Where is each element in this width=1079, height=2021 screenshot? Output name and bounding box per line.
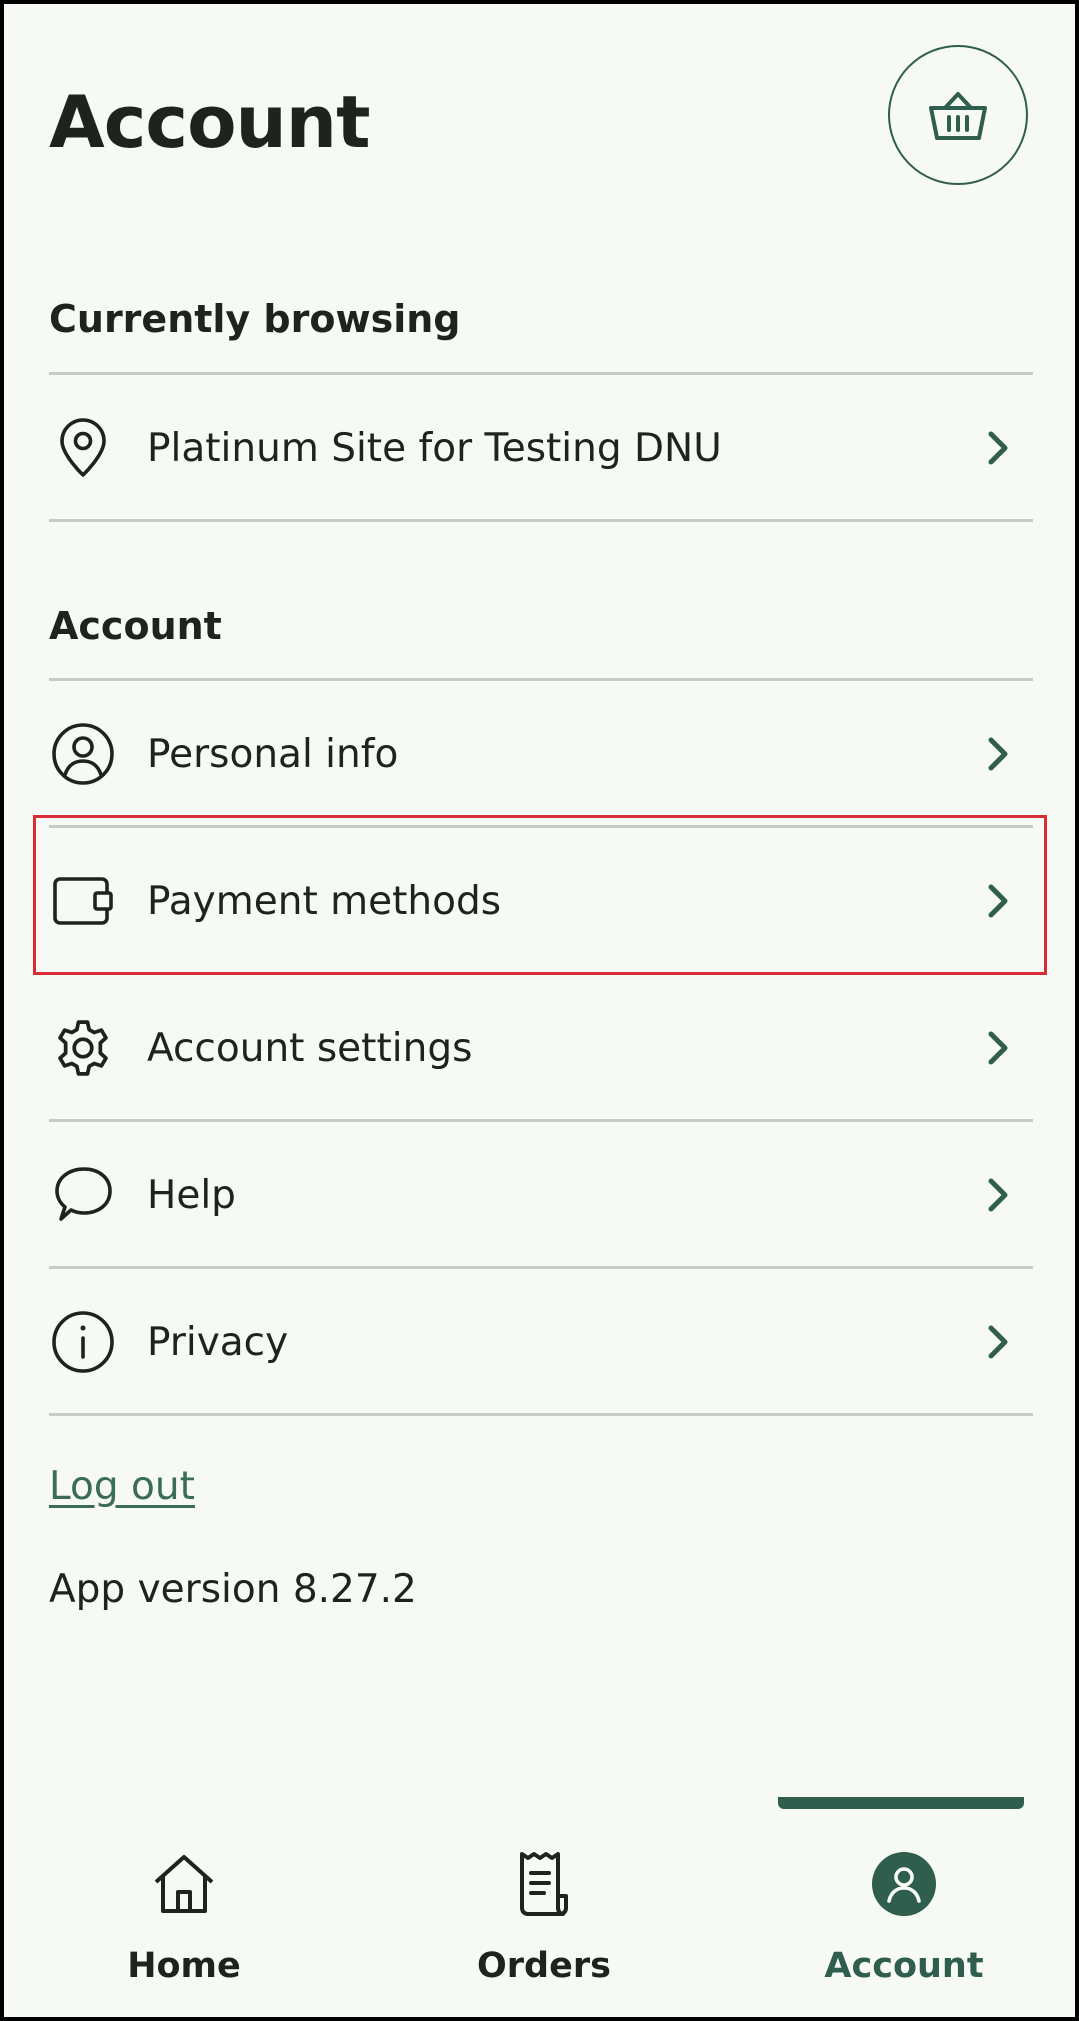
current-site-row[interactable]: Platinum Site for Testing DNU xyxy=(49,388,1033,508)
current-site-label: Platinum Site for Testing DNU xyxy=(147,425,722,471)
info-icon xyxy=(49,1308,117,1376)
chevron-right-icon xyxy=(988,1031,1008,1065)
location-pin-icon xyxy=(49,414,117,482)
divider xyxy=(49,972,1033,975)
wallet-icon xyxy=(49,867,117,935)
divider xyxy=(49,678,1033,681)
page-title: Account xyxy=(49,80,370,164)
basket-button[interactable] xyxy=(888,45,1028,185)
chevron-right-icon xyxy=(988,1178,1008,1212)
home-icon xyxy=(144,1844,224,1924)
menu-item-label: Account settings xyxy=(147,1025,473,1071)
menu-item-label: Personal info xyxy=(147,731,399,777)
user-circle-icon xyxy=(49,720,117,788)
chevron-right-icon xyxy=(988,884,1008,918)
nav-tab-orders[interactable]: Orders xyxy=(394,1844,694,2004)
menu-item-payment-methods[interactable]: Payment methods xyxy=(49,841,1033,961)
menu-item-label: Help xyxy=(147,1172,236,1218)
divider xyxy=(49,1413,1033,1416)
account-section-heading: Account xyxy=(49,604,222,648)
divider xyxy=(49,372,1033,375)
divider xyxy=(49,1266,1033,1269)
menu-item-label: Privacy xyxy=(147,1319,289,1365)
chevron-right-icon xyxy=(988,737,1008,771)
nav-tab-account[interactable]: Account xyxy=(754,1844,1054,2004)
nav-label: Home xyxy=(127,1946,241,1986)
menu-item-personal-info[interactable]: Personal info xyxy=(49,694,1033,814)
logout-link[interactable]: Log out xyxy=(49,1464,195,1509)
account-icon xyxy=(864,1844,944,1924)
nav-label: Orders xyxy=(477,1946,611,1986)
divider xyxy=(49,519,1033,522)
currently-browsing-heading: Currently browsing xyxy=(49,297,461,341)
nav-tab-home[interactable]: Home xyxy=(34,1844,334,2004)
divider xyxy=(49,825,1033,828)
chevron-right-icon xyxy=(988,1325,1008,1359)
menu-item-label: Payment methods xyxy=(147,878,502,924)
chevron-right-icon xyxy=(988,431,1008,465)
chat-bubble-icon xyxy=(49,1161,117,1229)
menu-item-privacy[interactable]: Privacy xyxy=(49,1282,1033,1402)
active-tab-indicator xyxy=(778,1797,1024,1809)
menu-item-help[interactable]: Help xyxy=(49,1135,1033,1255)
divider xyxy=(49,1119,1033,1122)
gear-icon xyxy=(49,1014,117,1082)
nav-label: Account xyxy=(824,1946,984,1986)
account-screen: Account Currently browsing Platinum Site… xyxy=(4,4,1075,2017)
app-version: App version 8.27.2 xyxy=(49,1567,417,1612)
receipt-icon xyxy=(504,1844,584,1924)
menu-item-account-settings[interactable]: Account settings xyxy=(49,988,1033,1108)
basket-icon xyxy=(929,92,987,140)
